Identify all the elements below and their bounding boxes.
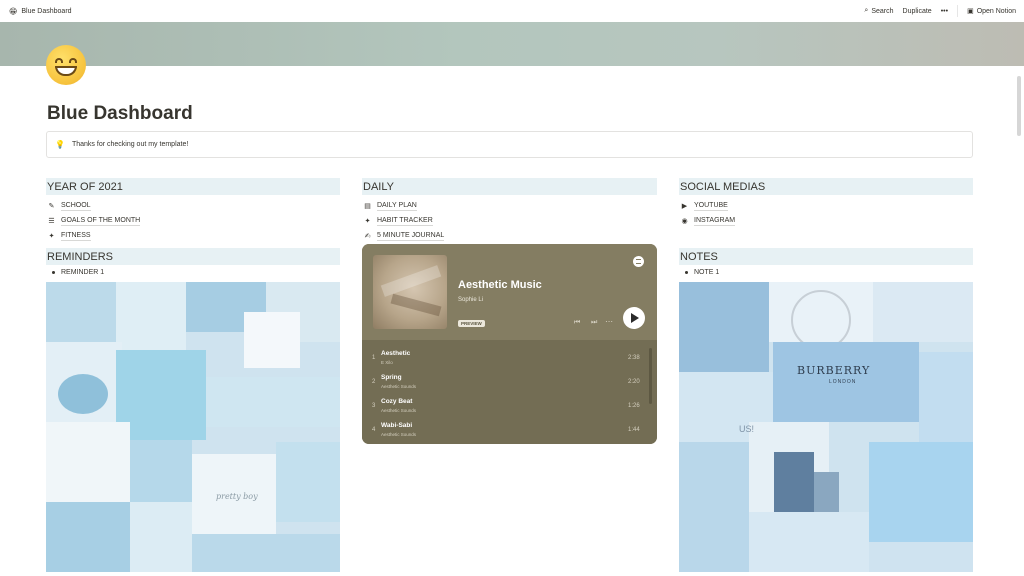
track-number: 1 (372, 355, 376, 361)
preview-badge: PREVIEW (458, 320, 485, 327)
tv-icon: ▶ (681, 202, 688, 210)
track-artist: Aesthetic Sounds (381, 408, 417, 413)
notepad-icon: ▤ (364, 202, 371, 210)
link-label: INSTAGRAM (694, 216, 736, 226)
track-duration: 2:38 (628, 355, 640, 361)
books-icon: ☰ (48, 217, 55, 225)
page-emoji-icon: 😁 (9, 6, 18, 16)
divider (957, 5, 959, 17)
tracklist-scrollbar[interactable] (649, 348, 652, 404)
track-artist: Aesthetic Sounds (381, 432, 417, 437)
collage-left: pretty boy (46, 282, 340, 572)
note-text: NOTE 1 (694, 268, 720, 276)
bullet (52, 270, 55, 274)
link-5-minute-journal[interactable]: ✍ 5 MINUTE JOURNAL (362, 228, 657, 243)
search-icon: ⌕ (864, 7, 869, 14)
eye-right (69, 58, 77, 63)
previous-track-icon[interactable]: ⏮ (574, 319, 580, 327)
link-fitness[interactable]: ✦ FITNESS (46, 228, 340, 243)
page-scrollbar[interactable] (1017, 76, 1021, 136)
album-art[interactable] (373, 255, 447, 329)
spotify-logo-icon[interactable] (633, 256, 644, 267)
notion-logo-icon: ▣ (967, 8, 974, 15)
topbar-actions: ⌕ Search Duplicate ••• ▣ Open Notion (864, 5, 1024, 17)
music-player-embed[interactable]: Aesthetic Music Sophie Li PREVIEW ⏮ ⏭ ⋯ … (362, 244, 657, 444)
track-row[interactable]: 3 Cozy Beat Aesthetic Sounds 1:26 (362, 394, 657, 418)
track-list: 1 Aesthetic E Xilo 2:38 2 Spring Aesthet… (362, 340, 657, 444)
track-row[interactable]: 1 Aesthetic E Xilo 2:38 (362, 346, 657, 370)
link-youtube[interactable]: ▶ YOUTUBE (679, 198, 973, 213)
link-goals[interactable]: ☰ GOALS OF THE MONTH (46, 213, 340, 228)
link-label: GOALS OF THE MONTH (61, 216, 141, 226)
burberry-text: BURBERRY (797, 364, 871, 377)
us-text: US! (739, 424, 755, 434)
link-label: 5 MINUTE JOURNAL (377, 231, 445, 241)
track-duration: 1:26 (628, 403, 640, 409)
playlist-artist[interactable]: Sophie Li (458, 297, 483, 303)
heading-daily: DAILY (362, 178, 657, 195)
reminder-item[interactable]: REMINDER 1 (46, 265, 340, 279)
link-label: DAILY PLAN (377, 201, 417, 211)
track-artist: Aesthetic Sounds (381, 384, 417, 389)
track-name: Spring (381, 374, 402, 381)
lightbulb-icon: 💡 (55, 140, 65, 149)
collage-right: BURBERRY LONDON US! (679, 282, 973, 572)
reminder-text: REMINDER 1 (61, 268, 105, 276)
more-options-icon[interactable]: ⋯ (605, 317, 613, 326)
callout-text: Thanks for checking out my template! (71, 141, 189, 148)
track-name: Aesthetic (381, 350, 411, 357)
link-label: FITNESS (61, 231, 91, 241)
mouth (55, 66, 77, 76)
track-number: 2 (372, 379, 376, 385)
track-duration: 1:44 (628, 427, 640, 433)
open-notion-button[interactable]: ▣ Open Notion (967, 7, 1016, 16)
pencil-icon: ✎ (48, 202, 55, 210)
column-social: SOCIAL MEDIAS ▶ YOUTUBE ◉ INSTAGRAM NOTE… (679, 178, 973, 572)
duplicate-button[interactable]: Duplicate (903, 8, 932, 15)
track-number: 4 (372, 427, 376, 433)
breadcrumb-title[interactable]: Blue Dashboard (21, 8, 71, 15)
open-notion-label: Open Notion (976, 7, 1016, 15)
track-artist: E Xilo (381, 360, 393, 365)
next-track-icon[interactable]: ⏭ (591, 319, 597, 327)
heading-year: YEAR OF 2021 (46, 178, 340, 195)
link-habit-tracker[interactable]: ✦ HABIT TRACKER (362, 213, 657, 228)
link-daily-plan[interactable]: ▤ DAILY PLAN (362, 198, 657, 213)
note-item[interactable]: NOTE 1 (679, 265, 973, 279)
writing-hand-icon: ✍ (364, 232, 371, 240)
search-label: Search (871, 7, 894, 15)
heading-notes: NOTES (679, 248, 973, 265)
column-year: YEAR OF 2021 ✎ SCHOOL ☰ GOALS OF THE MON… (46, 178, 340, 572)
link-label: YOUTUBE (694, 201, 728, 211)
more-options-button[interactable]: ••• (941, 8, 948, 15)
grinning-face-icon[interactable] (46, 45, 86, 85)
bullet (685, 270, 688, 274)
track-name: Cozy Beat (381, 398, 413, 405)
pretty-boy-text: pretty boy (216, 492, 258, 501)
heading-social: SOCIAL MEDIAS (679, 178, 973, 195)
link-label: SCHOOL (61, 201, 91, 211)
track-duration: 2:20 (628, 379, 640, 385)
search-button[interactable]: ⌕ Search (864, 7, 893, 15)
track-row[interactable]: 2 Spring Aesthetic Sounds 2:20 (362, 370, 657, 394)
camera-icon: ◉ (681, 217, 688, 225)
link-instagram[interactable]: ◉ INSTAGRAM (679, 213, 973, 228)
cover-image (0, 22, 1024, 66)
playlist-title[interactable]: Aesthetic Music (458, 279, 542, 291)
link-label: HABIT TRACKER (377, 216, 433, 226)
eye-left (55, 58, 63, 63)
track-number: 3 (372, 403, 376, 409)
runner-icon: ✦ (48, 232, 55, 240)
play-button[interactable] (623, 307, 645, 329)
track-name: Wabi-Sabi (381, 422, 413, 429)
heading-reminders: REMINDERS (46, 248, 340, 265)
top-bar: 😁 Blue Dashboard ⌕ Search Duplicate ••• … (0, 0, 1024, 22)
page-title[interactable]: Blue Dashboard (47, 103, 193, 125)
london-text: LONDON (829, 379, 857, 385)
callout-block[interactable]: 💡 Thanks for checking out my template! (46, 131, 973, 158)
runner-icon: ✦ (364, 217, 371, 225)
link-school[interactable]: ✎ SCHOOL (46, 198, 340, 213)
column-daily: DAILY ▤ DAILY PLAN ✦ HABIT TRACKER ✍ 5 M… (362, 178, 657, 243)
track-row[interactable]: 4 Wabi-Sabi Aesthetic Sounds 1:44 (362, 418, 657, 442)
